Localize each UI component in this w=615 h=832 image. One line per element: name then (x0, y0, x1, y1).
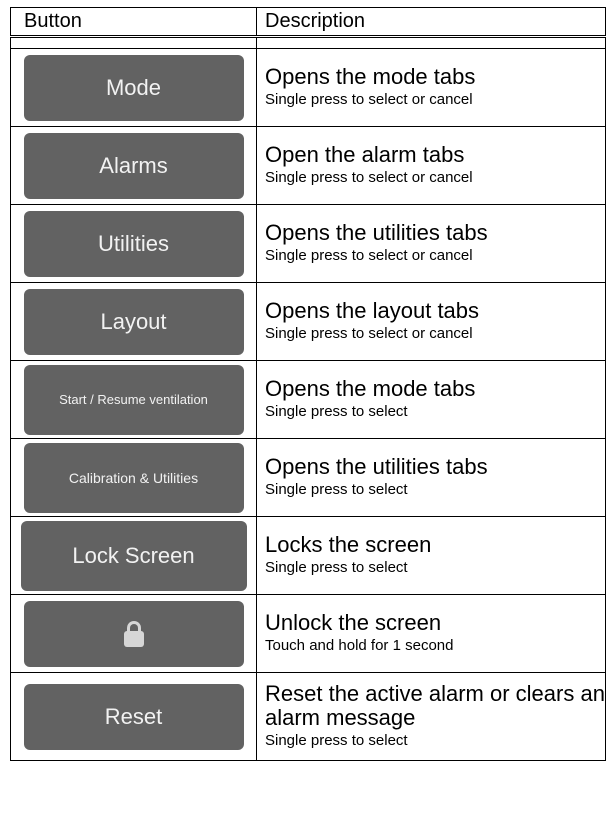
table-row: Mode Opens the mode tabs Single press to … (10, 48, 606, 127)
start-resume-ventilation-button[interactable]: Start / Resume ventilation (23, 364, 244, 435)
table-row: Calibration & Utilities Opens the utilit… (10, 438, 606, 517)
table-row: Unlock the screen Touch and hold for 1 se… (10, 594, 606, 673)
reset-button[interactable]: Reset (23, 683, 244, 750)
row-title: Opens the mode tabs (265, 64, 476, 89)
table-header-row: Button Description (10, 7, 606, 37)
row-title: Unlock the screen (265, 610, 442, 635)
row-title: Locks the screen (265, 532, 432, 557)
row-subtitle: Touch and hold for 1 second (265, 637, 454, 654)
table-row: Lock Screen Locks the screen Single press… (10, 516, 606, 595)
row-subtitle: Single press to select (265, 481, 408, 498)
header-description: Description (256, 7, 606, 37)
header-button: Button (10, 7, 257, 37)
row-title: Opens the mode tabs (265, 376, 476, 401)
mode-button[interactable]: Mode (23, 54, 244, 121)
row-subtitle: Single press to select or cancel (265, 325, 473, 342)
lock-icon (123, 620, 144, 647)
button-description-table: Button Description Mode Opens the mode t… (10, 7, 606, 761)
layout-button[interactable]: Layout (23, 288, 244, 355)
row-title: Open the alarm tabs (265, 142, 465, 167)
alarms-button[interactable]: Alarms (23, 132, 244, 199)
table-row: Start / Resume ventilation Opens the mod… (10, 360, 606, 439)
row-subtitle: Single press to select (265, 403, 408, 420)
row-title: Reset the active alarm or clears an alar… (265, 681, 605, 730)
table-row: Utilities Opens the utilities tabs Single… (10, 204, 606, 283)
table-row: Layout Opens the layout tabs Single press… (10, 282, 606, 361)
unlock-button[interactable] (23, 600, 244, 667)
row-subtitle: Single press to select (265, 559, 408, 576)
row-subtitle: Single press to select or cancel (265, 247, 473, 264)
row-title: Opens the layout tabs (265, 298, 480, 323)
calibration-utilities-button[interactable]: Calibration & Utilities (23, 442, 244, 513)
table-row: Reset Reset the active alarm or clears a… (10, 672, 606, 761)
row-title: Opens the utilities tabs (265, 220, 488, 245)
header-separator (10, 35, 606, 49)
row-title: Opens the utilities tabs (265, 454, 488, 479)
lock-screen-button[interactable]: Lock Screen (20, 520, 247, 591)
row-subtitle: Single press to select or cancel (265, 169, 473, 186)
row-subtitle: Single press to select (265, 732, 408, 749)
table-row: Alarms Open the alarm tabs Single press t… (10, 126, 606, 205)
row-subtitle: Single press to select or cancel (265, 91, 473, 108)
utilities-button[interactable]: Utilities (23, 210, 244, 277)
